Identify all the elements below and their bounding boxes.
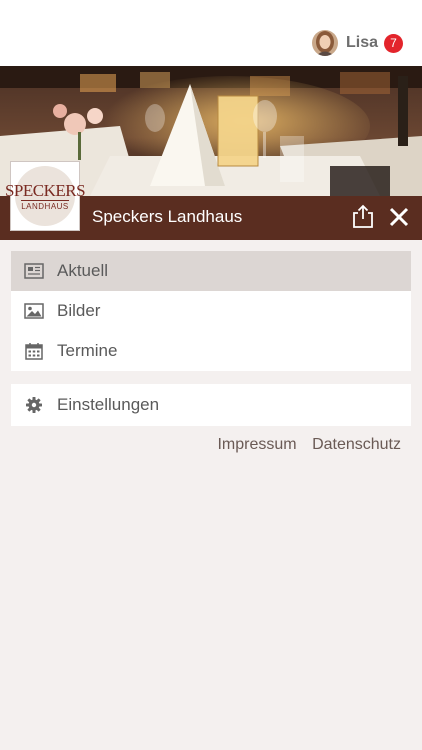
logo-title: SPECKERS [4, 180, 86, 200]
impressum-link[interactable]: Impressum [217, 436, 296, 453]
top-bar: Lisa 7 [0, 0, 422, 66]
username[interactable]: Lisa [346, 34, 378, 52]
newspaper-icon [24, 261, 44, 281]
menu-item-bilder[interactable]: Bilder [11, 291, 411, 331]
logo-subtitle: LANDHAUS [21, 199, 69, 211]
datenschutz-link[interactable]: Datenschutz [312, 436, 401, 453]
menu-label-aktuell: Aktuell [57, 261, 109, 280]
menu-item-termine[interactable]: Termine [11, 331, 411, 371]
menu-item-aktuell[interactable]: Aktuell [11, 251, 411, 291]
user-avatar[interactable] [312, 30, 338, 56]
notification-badge[interactable]: 7 [384, 34, 403, 53]
calendar-icon [24, 341, 44, 361]
restaurant-logo: SPECKERS LANDHAUS [5, 161, 86, 231]
close-icon [389, 207, 409, 227]
logo-badge: SPECKERS LANDHAUS [5, 166, 86, 226]
footer-links: Impressum Datenschutz [206, 436, 401, 454]
menu-label-einstellungen: Einstellungen [57, 395, 160, 414]
share-button[interactable] [350, 203, 376, 229]
gear-icon [24, 395, 44, 415]
settings-menu: Einstellungen [11, 384, 411, 426]
menu-label-bilder: Bilder [57, 301, 101, 320]
main-menu: Aktuell Bilder Termine [11, 251, 411, 371]
share-icon [353, 204, 373, 228]
menu-label-termine: Termine [57, 341, 118, 360]
image-icon [24, 301, 44, 321]
menu-item-einstellungen[interactable]: Einstellungen [11, 384, 411, 426]
page-title: Speckers Landhaus [92, 207, 243, 226]
close-button[interactable] [386, 204, 412, 230]
